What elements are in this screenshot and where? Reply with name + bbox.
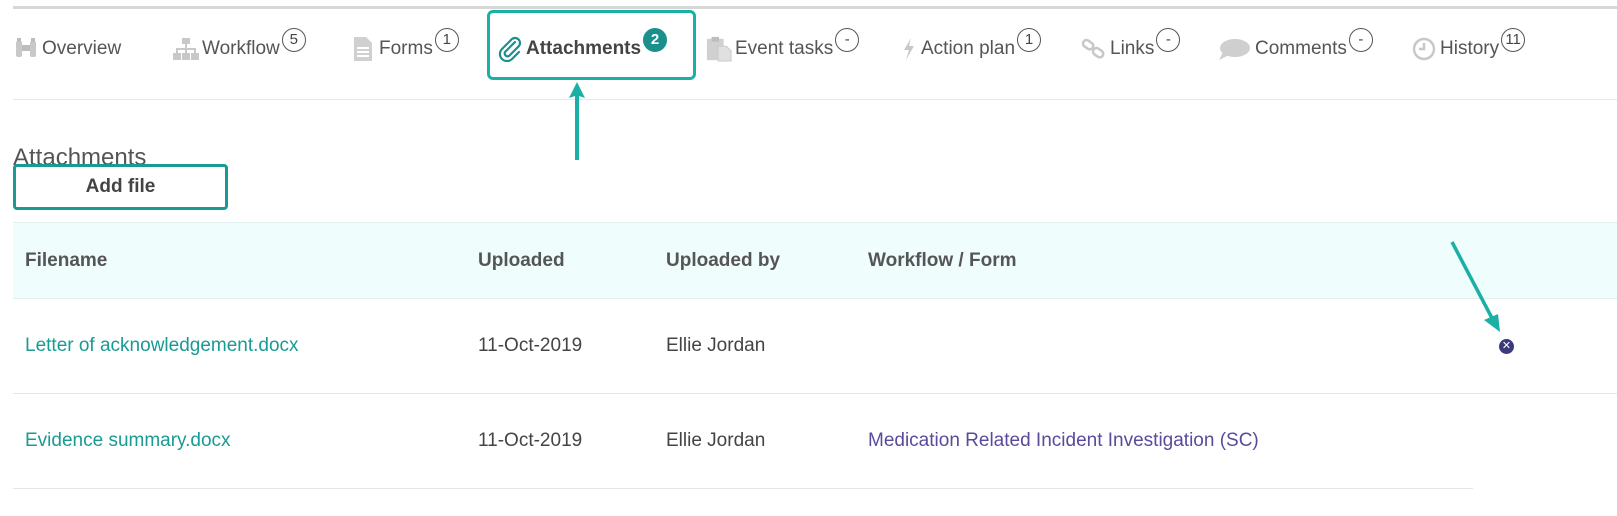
clipboard-icon	[706, 36, 732, 62]
tab-count-badge: -	[1156, 28, 1181, 52]
tab-label: Links	[1110, 38, 1155, 59]
tab-count-badge: 1	[434, 28, 459, 52]
lightning-icon	[900, 36, 918, 62]
file-link[interactable]: Letter of acknowledgement.docx	[25, 299, 299, 393]
tab-history[interactable]: History 11	[1411, 16, 1526, 82]
table-header: Filename Uploaded Uploaded by Workflow /…	[13, 222, 1617, 299]
tab-action-plan[interactable]: Action plan 1	[900, 16, 1042, 82]
tab-overview[interactable]: Overview	[13, 16, 121, 82]
tab-links[interactable]: Links -	[1081, 16, 1181, 82]
clock-icon	[1411, 36, 1437, 62]
speech-bubble-icon	[1216, 36, 1252, 62]
add-file-button[interactable]: Add file	[13, 164, 228, 210]
tab-count-badge: 1	[1017, 28, 1042, 52]
file-link[interactable]: Evidence summary.docx	[25, 394, 231, 488]
active-tab-highlight	[487, 10, 696, 80]
column-header-filename[interactable]: Filename	[25, 223, 107, 298]
tab-bar: Overview Workflow 5 Forms 1 Attachments …	[13, 16, 1617, 82]
top-rule	[13, 6, 1617, 9]
uploaded-date: 11-Oct-2019	[478, 335, 583, 356]
tab-count-badge: 11	[1501, 28, 1526, 52]
uploaded-date: 11-Oct-2019	[478, 430, 583, 451]
tab-label: Forms	[379, 38, 433, 59]
uploaded-by: Ellie Jordan	[666, 335, 766, 356]
callout-arrow-diagonal-icon	[1450, 241, 1500, 332]
tab-label: Workflow	[202, 38, 280, 59]
tab-label: Event tasks	[735, 38, 834, 59]
uploaded-by: Ellie Jordan	[666, 430, 766, 451]
tab-forms[interactable]: Forms 1	[350, 16, 459, 82]
attachments-table: Filename Uploaded Uploaded by Workflow /…	[13, 222, 1617, 489]
binoculars-icon	[13, 36, 39, 62]
tab-comments[interactable]: Comments -	[1216, 16, 1373, 82]
tab-label: Comments	[1255, 38, 1347, 59]
org-chart-icon	[173, 36, 199, 62]
tab-label: Overview	[42, 38, 122, 59]
column-header-uploaded-by[interactable]: Uploaded by	[666, 223, 780, 298]
callout-arrow-up-icon	[569, 82, 585, 160]
table-row: Letter of acknowledgement.docx 11-Oct-20…	[13, 299, 1617, 394]
tab-count-badge: -	[835, 28, 860, 52]
tab-event-tasks[interactable]: Event tasks -	[706, 16, 860, 82]
delete-attachment-icon[interactable]: ✕	[1499, 339, 1514, 354]
column-header-workflow-form[interactable]: Workflow / Form	[868, 223, 1016, 298]
link-icon	[1081, 36, 1107, 62]
tab-count-badge: 5	[281, 28, 306, 52]
tab-workflow[interactable]: Workflow 5	[173, 16, 306, 82]
tabs-divider	[13, 99, 1617, 100]
tab-count-badge: -	[1348, 28, 1373, 52]
table-row: Evidence summary.docx 11-Oct-2019 Ellie …	[13, 394, 1473, 489]
document-icon	[350, 36, 376, 62]
tab-label: History	[1440, 38, 1500, 59]
workflow-form-link[interactable]: Medication Related Incident Investigatio…	[868, 394, 1259, 488]
column-header-uploaded[interactable]: Uploaded	[478, 223, 565, 298]
tab-label: Action plan	[921, 38, 1016, 59]
